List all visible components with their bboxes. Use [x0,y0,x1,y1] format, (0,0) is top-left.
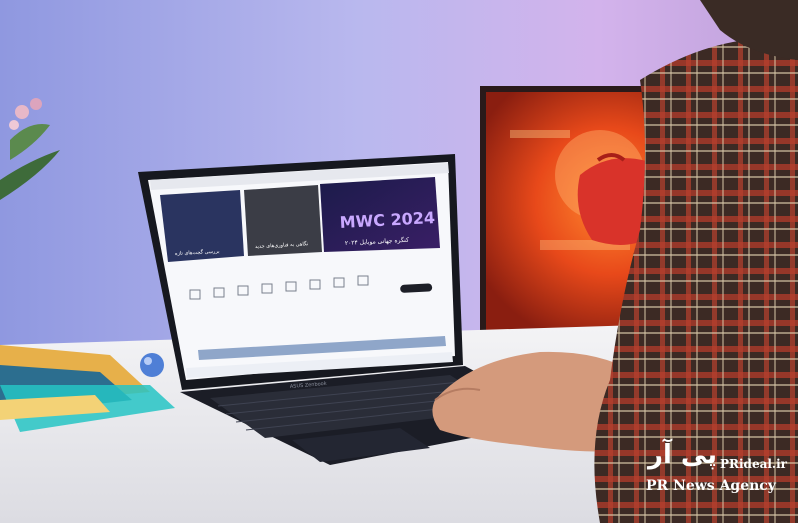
watermark-agency: PR News Agency [646,478,777,494]
watermark-site: PRideal.ir [720,457,788,471]
screen-dark-button [400,283,433,293]
photo-frame: MWC 2024 کنگره جهانی موبایل ۲۰۲۴ نگاهی ب… [0,0,798,523]
photo-scene: MWC 2024 کنگره جهانی موبایل ۲۰۲۴ نگاهی ب… [0,0,798,523]
glass-ball [140,353,164,377]
watermark-brand-mark: پی آر [646,438,717,470]
